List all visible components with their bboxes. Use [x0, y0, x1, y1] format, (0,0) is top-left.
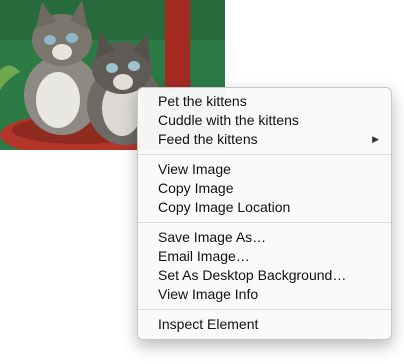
menu-separator	[138, 309, 391, 310]
menu-item-view-image[interactable]: View Image	[138, 160, 391, 179]
context-menu: Pet the kittens Cuddle with the kittens Fe…	[137, 87, 392, 340]
menu-item-set-as-desktop-background[interactable]: Set As Desktop Background…	[138, 266, 391, 285]
menu-item-save-image-as[interactable]: Save Image As…	[138, 228, 391, 247]
menu-item-feed-the-kittens[interactable]: Feed the kittens	[138, 130, 391, 149]
menu-item-copy-image-location[interactable]: Copy Image Location	[138, 198, 391, 217]
menu-item-copy-image[interactable]: Copy Image	[138, 179, 391, 198]
menu-separator	[138, 154, 391, 155]
menu-item-cuddle-with-the-kittens[interactable]: Cuddle with the kittens	[138, 111, 391, 130]
menu-item-inspect-element[interactable]: Inspect Element	[138, 315, 391, 334]
menu-item-view-image-info[interactable]: View Image Info	[138, 285, 391, 304]
menu-item-email-image[interactable]: Email Image…	[138, 247, 391, 266]
menu-separator	[138, 222, 391, 223]
menu-item-pet-the-kittens[interactable]: Pet the kittens	[138, 92, 391, 111]
